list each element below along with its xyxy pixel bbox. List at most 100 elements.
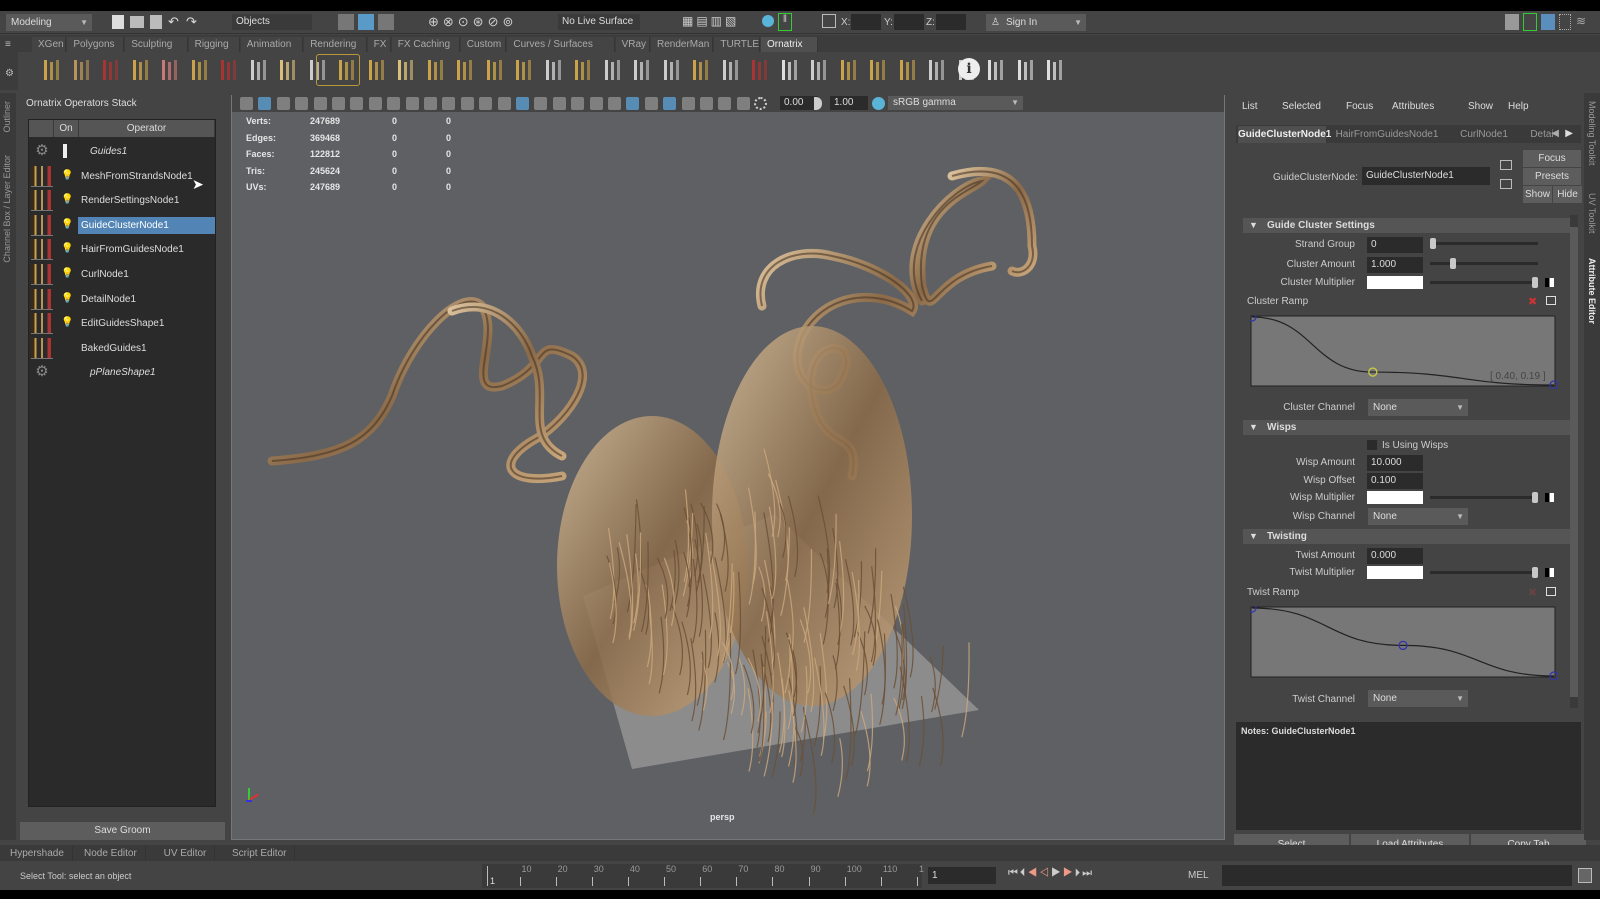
shelf-tool-icon[interactable]	[630, 58, 654, 82]
mode-dropdown[interactable]: Modeling ▼	[6, 14, 92, 31]
operator-row[interactable]: ⚙ Guides1	[29, 139, 215, 164]
tab-script-editor[interactable]: Script Editor	[224, 846, 296, 861]
step-forward-frame-icon[interactable]: ▶	[1063, 867, 1075, 879]
shelf-tool-icon[interactable]	[512, 58, 536, 82]
ramp-expand-icon[interactable]	[1546, 296, 1556, 305]
operator-name[interactable]: RenderSettingsNode1	[78, 192, 215, 209]
wisp-offset-field[interactable]: 0.100	[1367, 473, 1423, 489]
shelf-tool-icon[interactable]	[807, 58, 831, 82]
section-guide-cluster-settings[interactable]: ▼ Guide Cluster Settings	[1243, 218, 1573, 233]
xray-icon[interactable]	[700, 97, 713, 110]
hide-button[interactable]: Hide	[1553, 186, 1582, 203]
tab-modeling-toolkit[interactable]: Modeling Toolkit	[1587, 101, 1597, 165]
notes-area[interactable]: Notes: GuideClusterNode1	[1236, 722, 1581, 830]
operator-row[interactable]: 💡 CurlNode1	[29, 262, 215, 287]
tab-hairfromguidesnode1[interactable]: HairFromGuidesNode1	[1328, 126, 1446, 143]
play-backwards-icon[interactable]: ◁	[1039, 867, 1051, 879]
enabled-bulb-icon[interactable]: 💡	[61, 317, 73, 328]
strand-group-field[interactable]: 0	[1367, 237, 1423, 253]
safe-action-icon[interactable]	[460, 97, 474, 110]
slider-thumb[interactable]	[1532, 492, 1538, 503]
operator-name[interactable]: pPlaneShape1	[78, 364, 215, 381]
twist-multiplier-swatch[interactable]	[1367, 566, 1423, 579]
go-to-start-icon[interactable]: ⏮	[1008, 867, 1020, 879]
x-field[interactable]	[851, 14, 881, 30]
shelf-tool-icon[interactable]	[925, 58, 949, 82]
tab-shelf-turtle[interactable]: TURTLE	[714, 37, 760, 52]
shelf-tool-icon[interactable]	[70, 58, 94, 82]
bookmark-icon[interactable]	[295, 97, 309, 110]
select-mask-dropdown[interactable]: Objects	[232, 14, 312, 30]
menu-help[interactable]: Help	[1508, 101, 1529, 112]
twist-ramp-graph[interactable]	[1250, 606, 1558, 680]
using-wisps-checkbox[interactable]	[1367, 440, 1377, 450]
tab-shelf-curves-surfaces[interactable]: Curves / Surfaces	[507, 37, 615, 52]
menu-show[interactable]: Show	[1468, 101, 1493, 112]
channel-box-icon[interactable]: ≋	[1576, 14, 1586, 28]
show-button[interactable]: Show	[1523, 186, 1552, 203]
strand-group-slider[interactable]	[1430, 237, 1538, 250]
shelf-tool-icon[interactable]	[158, 58, 182, 82]
tab-shelf-ornatrix[interactable]: Ornatrix	[761, 37, 818, 52]
slider-thumb[interactable]	[1450, 258, 1457, 269]
snap-icons[interactable]: ⊕⊗⊙⊛⊘⊚	[428, 14, 538, 30]
command-line-input[interactable]	[1222, 865, 1572, 886]
ipr-render-icon[interactable]	[762, 15, 774, 27]
live-surface-field[interactable]: No Live Surface	[558, 14, 640, 30]
tab-shelf-animation[interactable]: Animation	[240, 37, 304, 52]
shelf-settings-icon[interactable]: ⚙	[5, 68, 14, 79]
map-texture-icon[interactable]	[1545, 568, 1554, 577]
gamma-icon[interactable]	[814, 97, 822, 110]
shelf-tool-icon[interactable]	[424, 58, 448, 82]
tab-shelf-custom[interactable]: Custom	[460, 37, 507, 52]
cluster-amount-field[interactable]: 1.000	[1367, 257, 1423, 273]
grid-icon[interactable]	[368, 97, 382, 110]
attribute-editor-toggle-icon[interactable]	[1541, 14, 1555, 30]
map-texture-icon[interactable]	[1545, 493, 1554, 502]
camera-attr-icon[interactable]	[276, 97, 290, 110]
shelf-tool-icon[interactable]	[984, 58, 1008, 82]
shelf-tool-icon[interactable]	[866, 58, 890, 82]
shelf-tool-icon[interactable]	[542, 58, 566, 82]
lock-camera-icon[interactable]	[258, 97, 272, 110]
menu-selected[interactable]: Selected	[1282, 101, 1321, 112]
twist-channel-dropdown[interactable]: None ▼	[1368, 690, 1468, 707]
save-scene-icon[interactable]	[150, 15, 162, 29]
anti-alias-icon[interactable]	[644, 97, 658, 110]
shadows-icon[interactable]	[589, 97, 603, 110]
tab-outliner[interactable]: Outliner	[2, 101, 12, 133]
enabled-bulb-icon[interactable]: 💡	[61, 268, 73, 279]
cluster-multiplier-swatch[interactable]	[1367, 276, 1423, 289]
enabled-bulb-icon[interactable]: 💡	[61, 293, 73, 304]
color-space-dropdown[interactable]: sRGB gamma ▼	[888, 96, 1023, 110]
tab-scroll-right-icon[interactable]: ▶	[1565, 128, 1573, 139]
viewport-persp[interactable]: persp Verts: 247689 0 0 Edges: 369468 0 0 Faces:…	[231, 95, 1225, 840]
tab-curlnode1[interactable]: CurlNode1	[1448, 126, 1520, 143]
tab-shelf-vray[interactable]: VRay	[615, 37, 650, 52]
select-component-icon[interactable]	[378, 14, 394, 30]
shelf-tool-icon[interactable]	[276, 58, 300, 82]
operator-row[interactable]: BakedGuides1	[29, 336, 215, 361]
shelf-tool-icon[interactable]	[896, 58, 920, 82]
ambient-occlusion-icon[interactable]	[608, 97, 621, 110]
tab-shelf-fx[interactable]: FX	[367, 37, 391, 52]
slider-thumb[interactable]	[1532, 567, 1538, 578]
shelf-tool-icon[interactable]	[129, 58, 153, 82]
operator-name[interactable]: EditGuidesShape1	[78, 315, 215, 332]
tab-shelf-renderman[interactable]: RenderMan	[651, 37, 714, 52]
section-wisps[interactable]: ▼ Wisps	[1243, 420, 1573, 435]
script-editor-icon[interactable]	[1578, 868, 1592, 883]
render-icons[interactable]: ▦▤▥▧	[682, 14, 772, 30]
operator-row[interactable]: 💡 EditGuidesShape1	[29, 311, 215, 336]
cluster-multiplier-slider[interactable]	[1430, 276, 1538, 289]
operator-row[interactable]: 💡 RenderSettingsNode1	[29, 188, 215, 213]
tab-guideclusternode1[interactable]: GuideClusterNode1	[1238, 126, 1331, 143]
undo-icon[interactable]: ↶	[168, 14, 179, 30]
shelf-tool-icon[interactable]	[365, 58, 389, 82]
operator-row[interactable]: 💡 HairFromGuidesNode1	[29, 237, 215, 262]
tab-detai[interactable]: Detai	[1522, 126, 1562, 143]
enabled-bulb-icon[interactable]: 💡	[61, 243, 73, 254]
use-lights-icon[interactable]	[571, 97, 585, 110]
enabled-bulb-icon[interactable]: 💡	[61, 194, 73, 205]
shelf-menu-icon[interactable]: ≡	[5, 39, 11, 50]
